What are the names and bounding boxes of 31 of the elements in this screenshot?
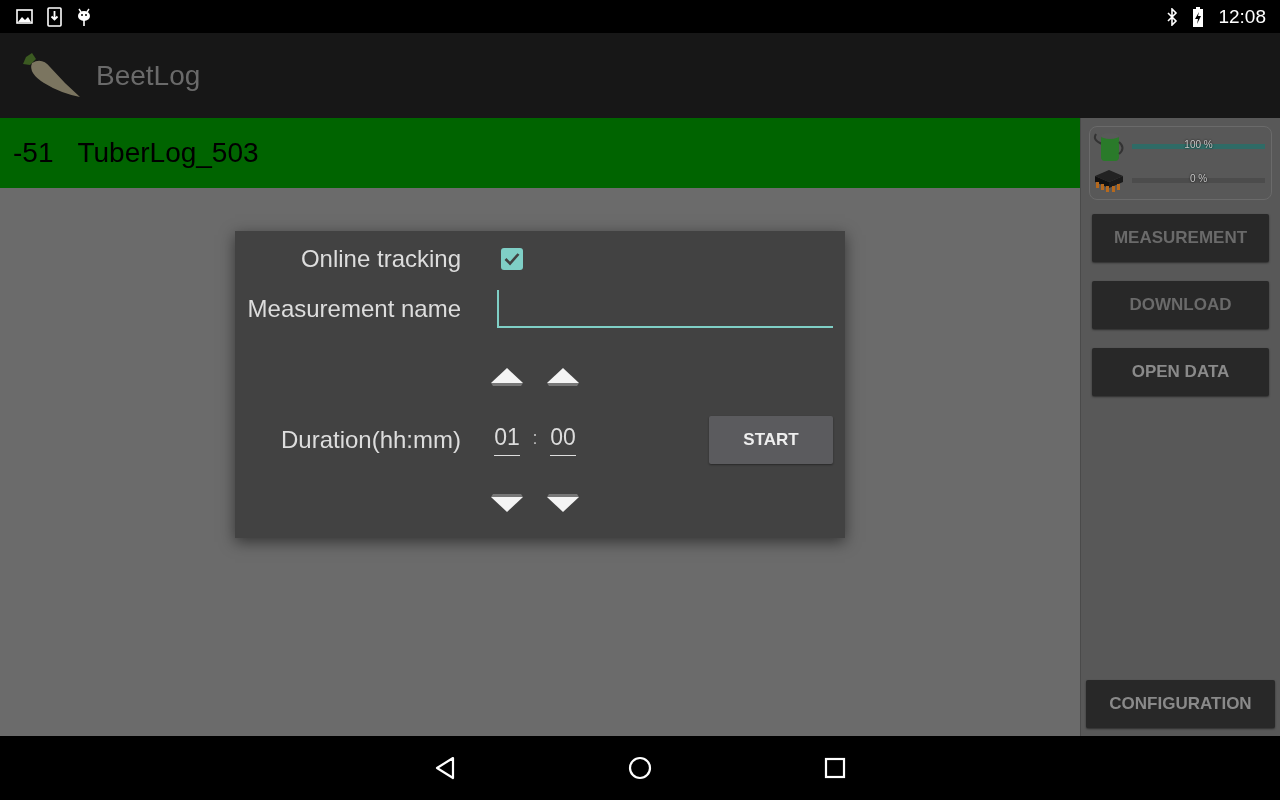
- minutes-field[interactable]: 00: [550, 424, 576, 456]
- checkbox[interactable]: [501, 248, 523, 270]
- clock-time: 12:08: [1218, 5, 1266, 28]
- image-icon: [16, 9, 33, 24]
- percent-reading: 100 %: [1184, 139, 1213, 150]
- home-icon[interactable]: [628, 756, 652, 780]
- measurement-name-label: Measurement name: [246, 294, 462, 324]
- app-title: BeetLog: [96, 59, 201, 92]
- battery-charging-icon: [1192, 6, 1205, 27]
- duration-label: Duration(hh:mm): [279, 425, 462, 455]
- download-icon: [47, 6, 62, 27]
- percent-reading: 0 %: [1189, 173, 1208, 184]
- signal-strength: -51: [13, 137, 54, 169]
- battery-icon: [1092, 130, 1126, 162]
- hours-field[interactable]: 01: [494, 424, 520, 456]
- configuration-button[interactable]: CONFIGURATION: [1086, 680, 1275, 728]
- back-icon[interactable]: [434, 756, 456, 780]
- decrement-arrow-icon[interactable]: [490, 493, 524, 513]
- bluetooth-icon: [1166, 7, 1179, 26]
- increment-arrow-icon[interactable]: [546, 367, 580, 387]
- action-button[interactable]: OPEN DATA: [1092, 348, 1269, 396]
- android-icon: [76, 6, 92, 27]
- recents-icon[interactable]: [824, 757, 846, 779]
- measurement-name-field[interactable]: [497, 290, 833, 328]
- decrement-arrow-icon[interactable]: [546, 493, 580, 513]
- increment-arrow-icon[interactable]: [490, 367, 524, 387]
- time-separator: :: [532, 427, 538, 449]
- beet-logo-icon: [20, 52, 80, 99]
- online-tracking-label: Online tracking: [299, 244, 462, 274]
- start-button[interactable]: START: [709, 416, 833, 464]
- device-name: TuberLog_503: [77, 137, 259, 169]
